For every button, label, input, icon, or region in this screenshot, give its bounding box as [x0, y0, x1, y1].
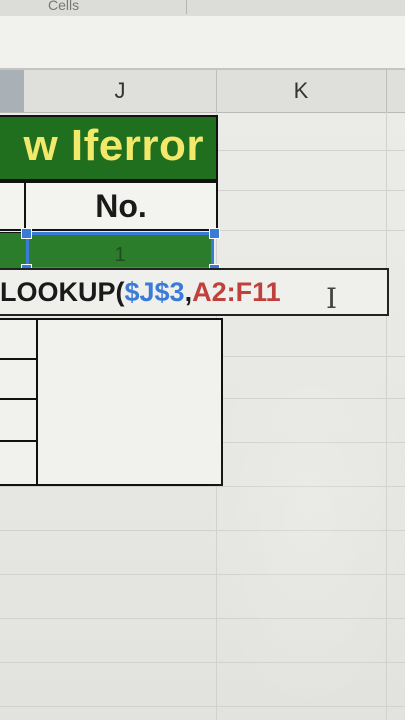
column-header-j[interactable]: J [24, 70, 217, 112]
screen-glare [200, 380, 405, 720]
table-left-column[interactable] [0, 318, 38, 486]
title-text: w Iferror [23, 121, 204, 170]
selection-handle[interactable] [209, 228, 220, 239]
gridline [0, 486, 405, 487]
gridline [0, 662, 405, 663]
formula-range-text: A2:F11 [192, 276, 281, 307]
formula-function-text: LOOKUP( [0, 276, 125, 307]
table-merged-cell[interactable] [36, 318, 223, 486]
gridline [0, 706, 405, 707]
gridline [0, 618, 405, 619]
column-header-i[interactable] [0, 70, 24, 112]
formula-comma-text: , [184, 276, 193, 307]
table-row-divider [0, 358, 36, 360]
ribbon-separator [186, 0, 187, 14]
excel-screen: Cells J K w Iferror No. 1 LOOKUP($J$3, A2… [0, 0, 405, 720]
header-cell-no[interactable]: No. [26, 181, 218, 231]
i-beam-cursor-icon: I [326, 282, 338, 315]
formula-ref-text: $J$3 [124, 276, 185, 307]
selection-handle[interactable] [21, 228, 32, 239]
ribbon: Cells [0, 0, 405, 17]
column-header-k[interactable]: K [216, 70, 387, 112]
gridline [386, 112, 387, 720]
title-cell[interactable]: w Iferror [0, 115, 218, 181]
table-row-divider [0, 440, 36, 442]
gridline [0, 574, 405, 575]
ribbon-cells-group-label[interactable]: Cells [48, 0, 79, 13]
table-row-divider [0, 398, 36, 400]
gridline [0, 530, 405, 531]
header-cell-left[interactable] [0, 181, 26, 231]
selected-cell-j3[interactable]: 1 [26, 232, 214, 270]
formula-bar[interactable] [0, 16, 405, 70]
column-header-row: J K [0, 70, 405, 113]
